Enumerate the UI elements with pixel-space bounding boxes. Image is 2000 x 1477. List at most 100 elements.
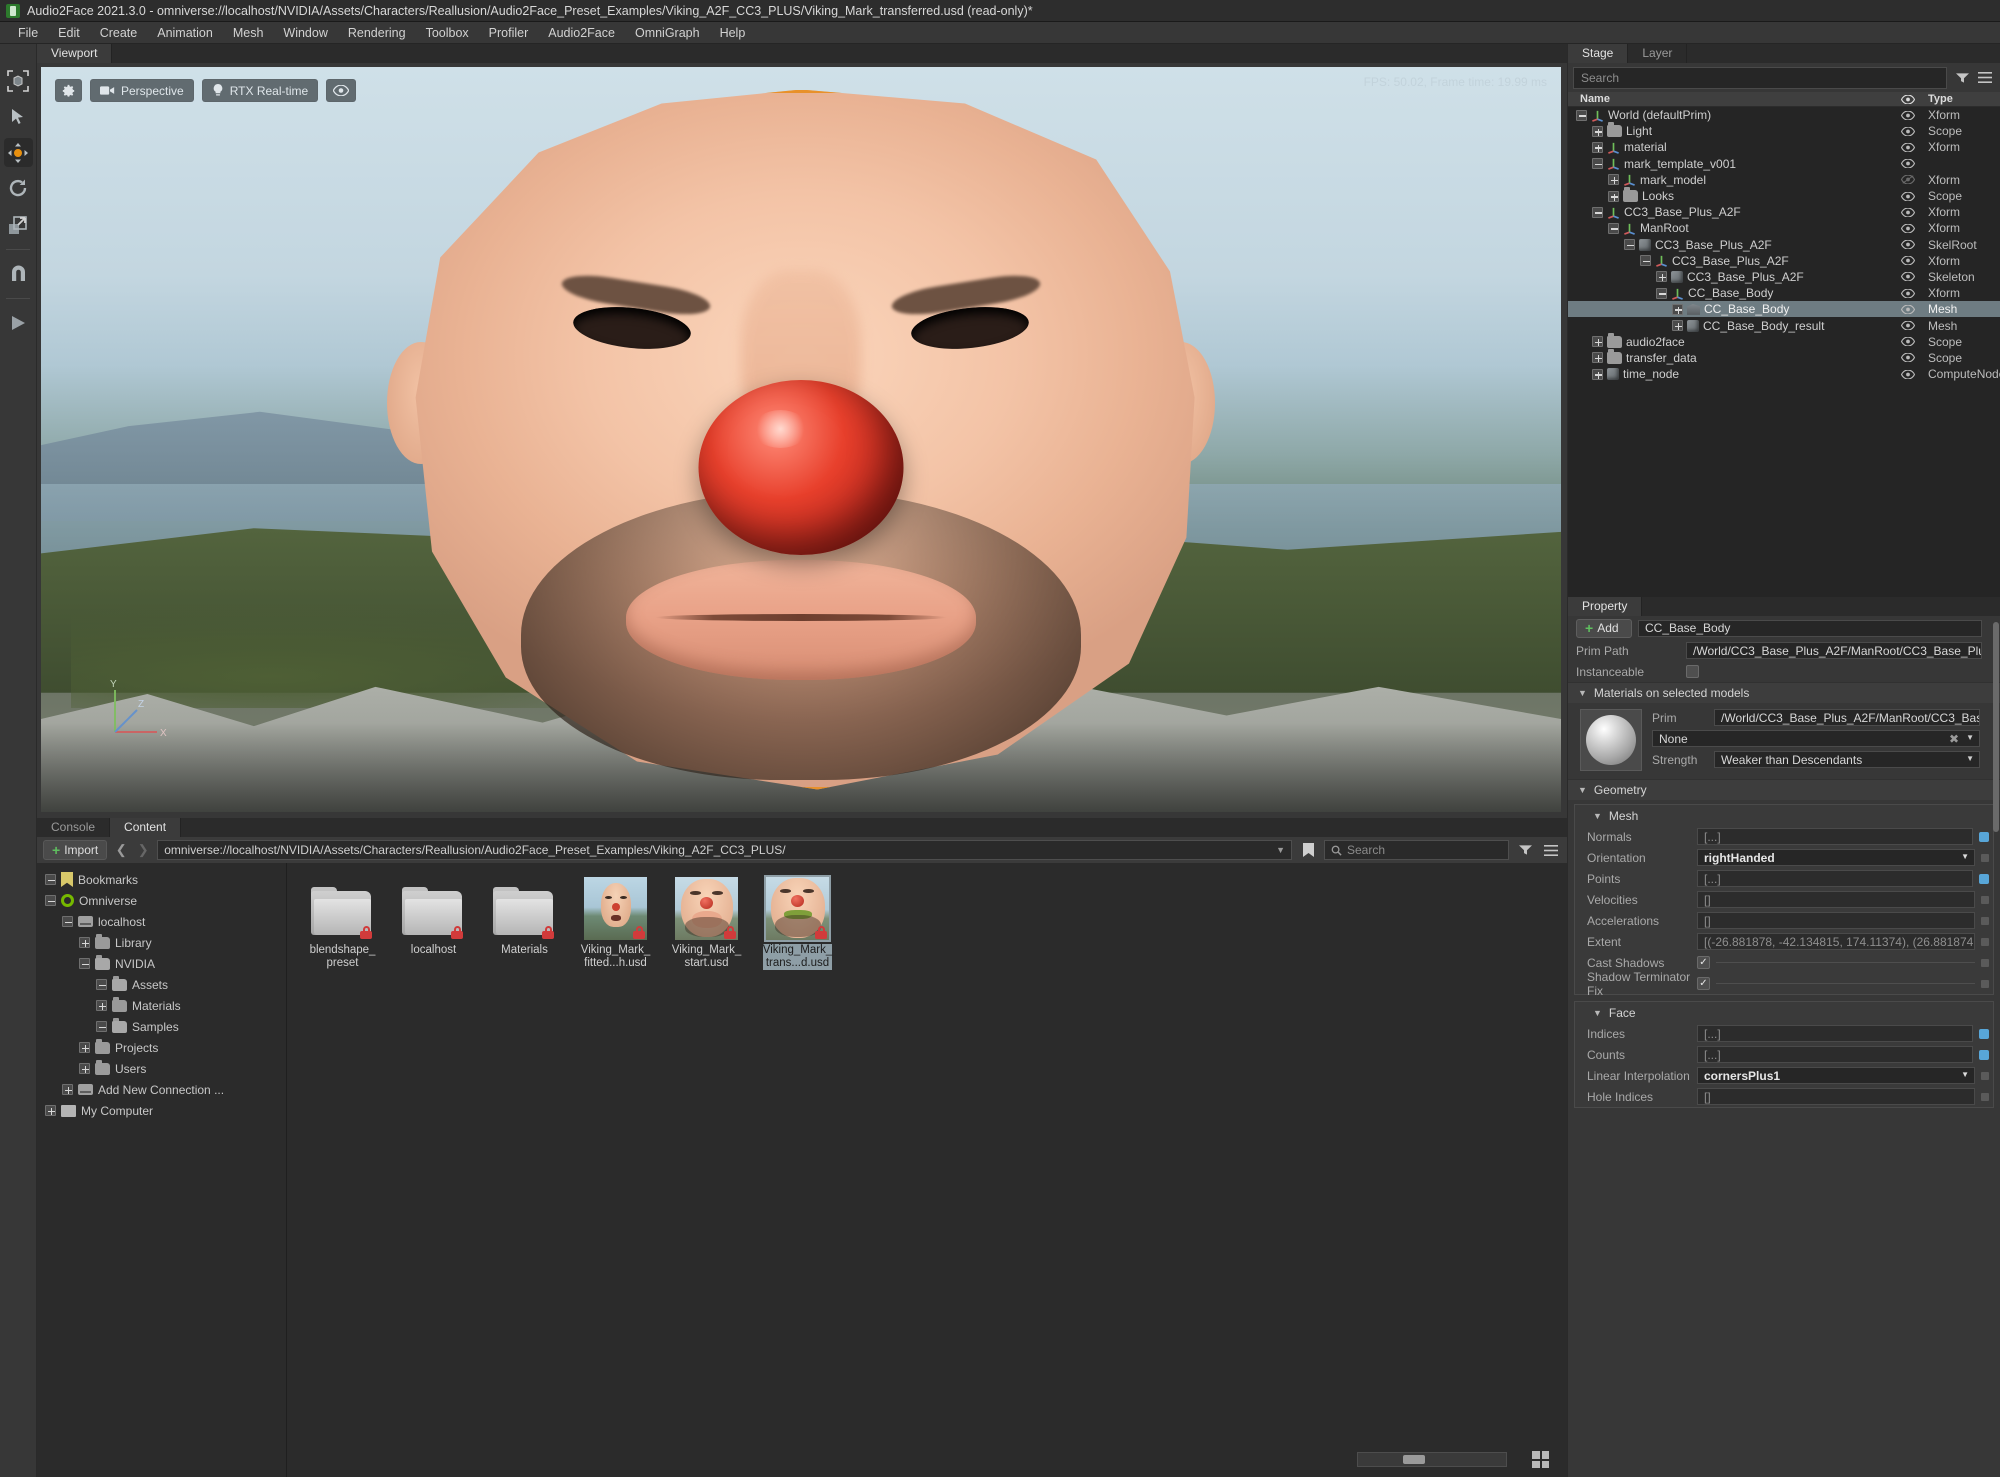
expander-plus-icon[interactable] bbox=[1608, 190, 1619, 202]
tab-viewport[interactable]: Viewport bbox=[37, 44, 113, 63]
expander-minus-icon[interactable] bbox=[1576, 109, 1587, 121]
content-item[interactable]: Viking_Mark_ start.usd bbox=[671, 877, 742, 970]
import-button[interactable]: + Import bbox=[43, 840, 108, 860]
content-tree-item[interactable]: Materials bbox=[37, 995, 286, 1016]
tab-console[interactable]: Console bbox=[37, 818, 111, 837]
stage-row[interactable]: transfer_data Scope bbox=[1568, 348, 2000, 366]
nav-back-button[interactable]: ❮ bbox=[113, 842, 129, 858]
connection-marker[interactable] bbox=[1981, 958, 1989, 967]
grid-view-toggle[interactable] bbox=[1532, 1451, 1549, 1468]
mesh-subsection-header[interactable]: ▼ Mesh bbox=[1575, 805, 1993, 826]
stage-row-visibility-toggle[interactable] bbox=[1896, 223, 1920, 233]
stage-row-visibility-toggle[interactable] bbox=[1896, 353, 1920, 363]
expander-plus-icon[interactable] bbox=[1592, 352, 1603, 364]
content-search-input[interactable]: Search bbox=[1324, 840, 1509, 860]
tab-property[interactable]: Property bbox=[1568, 597, 1643, 616]
orientation-select[interactable]: rightHanded ▼ bbox=[1697, 849, 1975, 866]
expander-minus-icon[interactable] bbox=[62, 916, 73, 927]
material-preview-sphere[interactable] bbox=[1580, 709, 1642, 771]
expander-minus-icon[interactable] bbox=[45, 874, 56, 885]
stage-row[interactable]: Looks Scope bbox=[1568, 187, 2000, 204]
menu-item-help[interactable]: Help bbox=[710, 24, 756, 42]
connection-marker[interactable] bbox=[1979, 1028, 1989, 1039]
select-tool[interactable] bbox=[4, 102, 33, 131]
stage-row-visibility-toggle[interactable] bbox=[1896, 126, 1920, 136]
tab-stage[interactable]: Stage bbox=[1568, 44, 1629, 63]
stage-row[interactable]: Light Scope bbox=[1568, 122, 2000, 139]
instanceable-checkbox[interactable] bbox=[1686, 665, 1699, 678]
menu-item-audio2face[interactable]: Audio2Face bbox=[538, 24, 625, 42]
stage-row[interactable]: CC3_Base_Plus_A2F SkelRoot bbox=[1568, 237, 2000, 253]
content-tree-item[interactable]: Add New Connection ... bbox=[37, 1079, 286, 1100]
slider-knob[interactable] bbox=[1403, 1455, 1425, 1464]
stage-row[interactable]: CC3_Base_Plus_A2F Skeleton bbox=[1568, 269, 2000, 285]
stage-row-visibility-toggle[interactable] bbox=[1896, 110, 1920, 120]
connection-marker[interactable] bbox=[1981, 916, 1989, 925]
stage-row[interactable]: CC_Base_Body Xform bbox=[1568, 285, 2000, 301]
menu-item-file[interactable]: File bbox=[8, 24, 48, 42]
connection-marker[interactable] bbox=[1981, 979, 1989, 988]
stage-row-visibility-toggle[interactable] bbox=[1896, 240, 1920, 250]
viewport-settings-button[interactable] bbox=[55, 79, 82, 102]
stage-row[interactable]: mark_template_v001 bbox=[1568, 156, 2000, 172]
content-item[interactable]: blendshape_ preset bbox=[307, 877, 378, 970]
connection-marker[interactable] bbox=[1979, 1049, 1989, 1060]
clear-circle-icon[interactable]: ✖ bbox=[1949, 732, 1959, 746]
expander-plus-icon[interactable] bbox=[1656, 271, 1667, 283]
stage-row-visibility-toggle[interactable] bbox=[1896, 272, 1920, 282]
play-tool[interactable] bbox=[4, 308, 33, 337]
expander-plus-icon[interactable] bbox=[79, 1063, 90, 1074]
expander-plus-icon[interactable] bbox=[1672, 320, 1683, 332]
material-strength-select[interactable]: Weaker than Descendants ▼ bbox=[1714, 751, 1980, 768]
stage-row[interactable]: material Xform bbox=[1568, 139, 2000, 155]
stage-row[interactable]: CC_Base_Body_result Mesh bbox=[1568, 317, 2000, 333]
stage-row[interactable]: CC3_Base_Plus_A2F Xform bbox=[1568, 253, 2000, 269]
stage-row[interactable]: CC_Base_Body Mesh bbox=[1568, 301, 2000, 318]
chevron-down-icon[interactable]: ▼ bbox=[1276, 845, 1285, 855]
menu-item-rendering[interactable]: Rendering bbox=[338, 24, 416, 42]
expander-minus-icon[interactable] bbox=[1608, 222, 1619, 234]
menu-item-toolbox[interactable]: Toolbox bbox=[416, 24, 479, 42]
menu-item-profiler[interactable]: Profiler bbox=[479, 24, 539, 42]
content-tree-item[interactable]: Samples bbox=[37, 1016, 286, 1037]
stage-row[interactable]: ManRoot Xform bbox=[1568, 220, 2000, 236]
extent-input[interactable]: [(-26.881878, -42.134815, 174.11374), (2… bbox=[1697, 933, 1975, 950]
menu-item-create[interactable]: Create bbox=[90, 24, 148, 42]
counts-input[interactable]: [...] bbox=[1697, 1046, 1973, 1063]
stage-row[interactable]: audio2face Scope bbox=[1568, 332, 2000, 350]
stage-filter-icon[interactable] bbox=[1952, 68, 1972, 88]
expander-minus-icon[interactable] bbox=[96, 979, 107, 990]
menu-item-animation[interactable]: Animation bbox=[147, 24, 223, 42]
content-tree-item[interactable]: Assets bbox=[37, 974, 286, 995]
content-tree-item[interactable]: Bookmarks bbox=[37, 869, 286, 890]
stage-row-visibility-toggle[interactable] bbox=[1896, 304, 1920, 314]
stage-tree[interactable]: World (defaultPrim) Xform Light Scope materi… bbox=[1568, 107, 2000, 597]
content-tree-item[interactable]: My Computer bbox=[37, 1100, 286, 1121]
stage-row-visibility-toggle[interactable] bbox=[1896, 191, 1920, 201]
content-item[interactable]: Materials bbox=[489, 877, 560, 970]
content-browser-tree[interactable]: Bookmarks Omniverse localhost Library NVIDIA… bbox=[37, 863, 287, 1477]
content-tree-item[interactable]: localhost bbox=[37, 911, 286, 932]
content-tree-item[interactable]: Library bbox=[37, 932, 286, 953]
select-bounds-tool[interactable] bbox=[4, 66, 33, 95]
nav-forward-button[interactable]: ❯ bbox=[135, 842, 151, 858]
stage-row-visibility-toggle[interactable] bbox=[1896, 159, 1920, 169]
stage-row-visibility-toggle[interactable] bbox=[1896, 337, 1920, 347]
connection-marker[interactable] bbox=[1979, 873, 1989, 884]
connection-marker[interactable] bbox=[1981, 853, 1989, 862]
stage-row-visibility-toggle[interactable] bbox=[1896, 369, 1920, 379]
expander-plus-icon[interactable] bbox=[45, 1105, 56, 1116]
content-browser-grid[interactable]: blendshape_ preset localhost Materials Vikin… bbox=[287, 863, 1567, 1477]
viewport-3d[interactable]: FPS: 50.02, Frame time: 19.99 ms Perspec… bbox=[41, 67, 1561, 812]
stage-row-visibility-toggle[interactable] bbox=[1896, 142, 1920, 152]
address-bar[interactable]: omniverse://localhost/NVIDIA/Assets/Char… bbox=[157, 840, 1292, 860]
cast-shadows-checkbox[interactable]: ✓ bbox=[1697, 956, 1710, 969]
stage-row[interactable]: time_node ComputeNode bbox=[1568, 366, 2000, 382]
stage-row-visibility-toggle[interactable] bbox=[1896, 207, 1920, 217]
connection-marker[interactable] bbox=[1981, 1092, 1989, 1101]
move-tool[interactable] bbox=[3, 138, 33, 167]
expander-plus-icon[interactable] bbox=[79, 937, 90, 948]
accelerations-input[interactable]: [] bbox=[1697, 912, 1975, 929]
viewport-camera-button[interactable]: Perspective bbox=[90, 79, 194, 102]
stage-search-input[interactable]: Search bbox=[1573, 67, 1947, 89]
